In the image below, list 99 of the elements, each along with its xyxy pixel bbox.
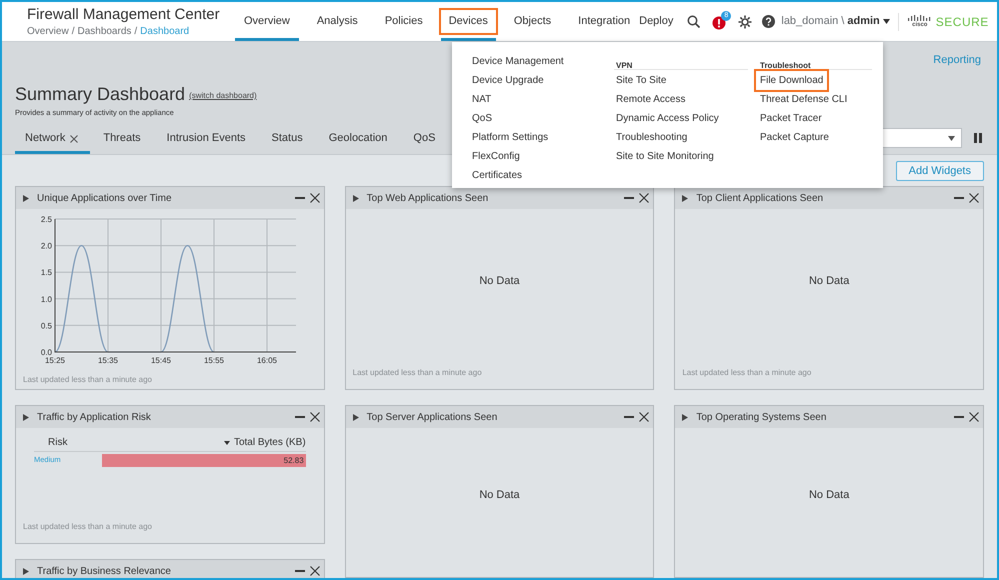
search-icon: [687, 15, 700, 28]
widget-title: Top Web Applications Seen: [366, 192, 488, 206]
nav-tab[interactable]: Integration: [569, 2, 640, 41]
page-title: Summary Dashboard: [15, 84, 186, 104]
y-tick-label: 0.0: [40, 348, 52, 357]
no-data-message: No Data: [479, 274, 520, 289]
caret-icon: [882, 19, 890, 24]
y-tick-label: 2.0: [40, 242, 52, 251]
widget-title: Top Server Applications Seen: [366, 410, 498, 424]
no-data-message: No Data: [479, 488, 520, 504]
help-icon: [762, 15, 776, 28]
minimize-icon: [294, 197, 305, 199]
menu-item[interactable]: Site To Site: [614, 71, 668, 90]
last-updated-text: Last updated less than a minute ago: [23, 522, 152, 531]
expand-triangle-icon: [352, 194, 359, 202]
last-updated-text: Last updated less than a minute ago: [23, 375, 152, 384]
last-updated-text: Last updated less than a minute ago: [352, 368, 482, 377]
expand-triangle-icon: [23, 568, 29, 574]
menu-item[interactable]: Threat Defense CLI: [758, 90, 850, 109]
breadcrumb-separator: /: [72, 24, 74, 38]
menu-section-heading: Troubleshoot: [760, 61, 811, 70]
brand-name: SECURE: [936, 14, 989, 30]
deploy-button[interactable]: Deploy: [639, 13, 674, 30]
menu-item[interactable]: Certificates: [470, 166, 524, 185]
close-icon: [968, 193, 979, 203]
user-menu[interactable]: lab_domain \ admin: [781, 13, 890, 30]
y-tick-label: 2.5: [40, 215, 52, 224]
nav-tab[interactable]: Policies: [376, 2, 432, 41]
minimize-icon: [954, 197, 964, 199]
menu-item[interactable]: File Download: [756, 71, 828, 90]
menu-item[interactable]: QoS: [470, 109, 494, 128]
x-tick-label: 15:25: [44, 356, 66, 365]
widget-title: Top Operating Systems Seen: [696, 410, 826, 424]
menu-item[interactable]: Troubleshooting: [614, 128, 690, 147]
menu-item[interactable]: NAT: [470, 90, 494, 109]
close-icon: [310, 193, 320, 203]
dashboard-tab[interactable]: Status: [258, 126, 316, 154]
minimize-icon: [624, 416, 634, 418]
dashboard-tab[interactable]: Threats: [90, 126, 154, 154]
widget-title: Top Client Applications Seen: [696, 192, 824, 206]
menu-section-heading: VPN: [616, 61, 632, 70]
x-tick-label: 16:05: [256, 356, 278, 365]
dashboard-tab[interactable]: Network: [15, 126, 90, 154]
dashboard-tab[interactable]: QoS: [400, 126, 448, 154]
breadcrumb-link[interactable]: Dashboards: [77, 24, 132, 38]
menu-item[interactable]: Packet Tracer: [758, 109, 824, 128]
minimize-icon: [624, 197, 634, 199]
menu-item[interactable]: Remote Access: [614, 90, 688, 109]
close-icon: [639, 193, 650, 203]
menu-item[interactable]: Platform Settings: [470, 128, 550, 147]
bar-value: 52.83: [284, 454, 304, 466]
app-title: Firewall Management Center: [27, 6, 220, 24]
close-icon: [639, 412, 650, 422]
expand-triangle-icon: [352, 414, 359, 420]
cisco-bars-icon: [906, 14, 933, 22]
breadcrumb-link[interactable]: Overview: [27, 24, 69, 38]
nav-tab[interactable]: Objects: [504, 2, 560, 41]
dashboard-tab[interactable]: Geolocation: [316, 126, 400, 154]
widget-title: Traffic by Business Relevance: [37, 564, 171, 578]
expand-triangle-icon: [682, 414, 688, 420]
caret-icon: [948, 136, 955, 140]
x-tick-label: 15:45: [150, 356, 172, 365]
no-data-message: No Data: [808, 274, 850, 289]
menu-item[interactable]: Device Management: [470, 52, 566, 71]
x-tick-label: 15:55: [204, 356, 224, 365]
menu-item[interactable]: FlexConfig: [470, 147, 522, 166]
expand-triangle-icon: [23, 194, 29, 202]
alert-icon: [712, 16, 726, 30]
menu-item[interactable]: Dynamic Access Policy: [614, 109, 721, 128]
pause-icon: [974, 133, 982, 143]
column-header: Total Bytes (KB): [234, 436, 306, 450]
menu-item[interactable]: Device Upgrade: [470, 71, 546, 90]
minimize-icon: [294, 416, 305, 418]
dashboard-tab[interactable]: Intrusion Events: [154, 126, 259, 154]
nav-tab[interactable]: Analysis: [308, 2, 367, 41]
y-tick-label: 0.5: [40, 321, 52, 330]
widget-title: Traffic by Application Risk: [37, 410, 151, 424]
no-data-message: No Data: [808, 488, 850, 504]
y-tick-label: 1.5: [40, 268, 52, 278]
x-tick-label: 15:35: [98, 356, 118, 365]
widget-title: Unique Applications over Time: [37, 192, 172, 206]
close-icon: [70, 134, 78, 142]
close-icon: [310, 412, 320, 422]
breadcrumb-current: Dashboard: [140, 24, 190, 38]
expand-triangle-icon: [23, 414, 29, 420]
settings-icon: [738, 14, 752, 28]
expand-triangle-icon: [682, 194, 688, 202]
close-icon: [968, 412, 979, 422]
last-updated-text: Last updated less than a minute ago: [682, 368, 812, 377]
menu-item[interactable]: Site to Site Monitoring: [614, 147, 716, 166]
switch-dashboard-link[interactable]: (switch dashboard): [189, 90, 257, 102]
sort-descending-icon: [224, 440, 230, 444]
menu-item[interactable]: Packet Capture: [758, 128, 831, 147]
close-icon: [310, 566, 320, 576]
column-header: Risk: [48, 436, 68, 450]
breadcrumb-separator: /: [134, 24, 138, 38]
minimize-icon: [294, 570, 305, 572]
minimize-icon: [954, 416, 964, 418]
y-tick-label: 1.0: [40, 294, 52, 304]
